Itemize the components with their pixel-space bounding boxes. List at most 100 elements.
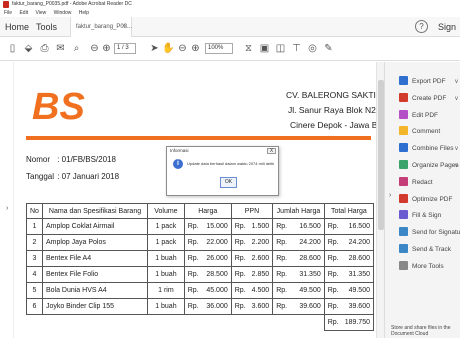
dialog-ok-button[interactable]: OK bbox=[220, 177, 237, 188]
chevron-down-icon[interactable]: v bbox=[455, 160, 458, 172]
menu-bar: File Edit View Window Help bbox=[0, 9, 460, 17]
collapse-right-pane-icon[interactable]: › bbox=[389, 192, 391, 199]
tool-organize-pages[interactable]: Organize Pages v bbox=[399, 160, 460, 172]
tool-fill-sign[interactable]: Fill & Sign bbox=[399, 210, 460, 222]
email-icon[interactable]: ✉ bbox=[54, 42, 67, 55]
more-tools-icon bbox=[399, 260, 408, 270]
col-header-no: No bbox=[26, 203, 43, 219]
send-track-icon bbox=[399, 244, 408, 253]
comment-tool-icon[interactable]: ◎ bbox=[306, 42, 319, 55]
tool-export-pdf[interactable]: Export PDF v bbox=[399, 76, 460, 88]
chevron-down-icon[interactable]: v bbox=[455, 143, 458, 155]
cell-total: 39.600 bbox=[341, 298, 374, 315]
cell-name: Bentex File A4 bbox=[41, 250, 149, 267]
cell-currency: Rp. bbox=[323, 250, 342, 267]
dialog-body: i Update data berhasil dalam waktu 2074 … bbox=[167, 156, 278, 195]
combine-files-icon bbox=[399, 143, 408, 153]
tool-label: Optimize PDF bbox=[412, 195, 453, 203]
cell-harga: 26.000 bbox=[201, 250, 232, 267]
create-icon[interactable]: ▯ bbox=[6, 42, 19, 55]
select-cursor-icon[interactable]: ➤ bbox=[148, 42, 161, 55]
tool-redact[interactable]: Redact bbox=[399, 176, 460, 189]
cell-currency: Rp. bbox=[230, 298, 249, 315]
invoice-table: No Nama dan Spesifikasi Barang Volume Ha… bbox=[26, 203, 375, 331]
tools-pane: › Export PDF v Create PDF v Edit PDF Comment C… bbox=[384, 62, 460, 338]
hand-tool-icon[interactable]: ✋ bbox=[162, 42, 175, 55]
tool-optimize-pdf[interactable]: Optimize PDF bbox=[399, 193, 460, 206]
menu-window[interactable]: Window bbox=[54, 10, 72, 16]
save-icon[interactable]: ⬙ bbox=[22, 42, 35, 55]
dialog-title: Informasi bbox=[170, 148, 189, 153]
tool-comment[interactable]: Comment bbox=[399, 126, 460, 138]
menu-help[interactable]: Help bbox=[79, 10, 89, 16]
redact-icon bbox=[399, 176, 408, 186]
tool-create-pdf[interactable]: Create PDF v bbox=[399, 92, 460, 105]
tool-label: Create PDF bbox=[412, 94, 447, 102]
tool-label: Fill & Sign bbox=[412, 212, 442, 220]
col-header-harga: Harga bbox=[183, 203, 232, 219]
zoom-level-field[interactable]: 100% bbox=[205, 43, 233, 54]
tool-send-track[interactable]: Send & Track bbox=[399, 244, 460, 256]
tab-tools[interactable]: Tools bbox=[36, 17, 57, 37]
tab-document[interactable]: faktur_barang_P03... × bbox=[70, 17, 132, 37]
page-view-icon[interactable]: ▣ bbox=[258, 42, 271, 55]
cell-currency: Rp. bbox=[272, 234, 291, 251]
cell-currency: Rp. bbox=[230, 218, 249, 235]
cell-harga: 28.500 bbox=[201, 266, 232, 283]
table-row: 5 Bola Dunia HVS A4 1 rim Rp. 45.000 Rp. 4.500… bbox=[26, 282, 374, 299]
cell-volume: 1 buah bbox=[147, 266, 185, 283]
cell-jumlah: 49.500 bbox=[290, 282, 325, 299]
cell-no: 4 bbox=[26, 266, 43, 283]
expand-left-pane-icon[interactable]: › bbox=[6, 205, 8, 212]
tab-bar: Home Tools faktur_barang_P03... × ? Sign bbox=[0, 17, 460, 37]
fill-sign-icon bbox=[399, 210, 408, 220]
col-header-jumlah: Jumlah Harga bbox=[272, 203, 325, 219]
tool-label: Comment bbox=[412, 128, 441, 136]
dialog-close-button[interactable]: X bbox=[267, 148, 276, 154]
tool-more-tools[interactable]: More Tools bbox=[399, 260, 460, 273]
zoom-in-icon[interactable]: ⊕ bbox=[189, 42, 202, 55]
chevron-down-icon[interactable]: v bbox=[455, 76, 458, 88]
cell-currency: Rp. bbox=[323, 218, 342, 235]
rotate-icon[interactable]: ◫ bbox=[274, 42, 287, 55]
vertical-scrollbar[interactable] bbox=[376, 62, 384, 338]
table-row: 1 Amplop Coklat Airmail 1 pack Rp. 15.000 Rp.… bbox=[26, 218, 374, 235]
cell-no: 5 bbox=[26, 282, 43, 299]
comment-icon bbox=[399, 126, 408, 136]
tool-combine-files[interactable]: Combine Files v bbox=[399, 143, 460, 155]
cell-name: Amplop Jaya Polos bbox=[41, 234, 149, 251]
cell-currency: Rp. bbox=[323, 266, 342, 283]
cell-volume: 1 buah bbox=[147, 250, 185, 267]
fit-page-icon[interactable]: ⧖ bbox=[242, 42, 255, 55]
cell-name: Bola Dunia HVS A4 bbox=[41, 282, 149, 299]
cell-jumlah: 24.200 bbox=[290, 234, 325, 251]
tool-send-signature[interactable]: Send for Signature bbox=[399, 227, 460, 239]
close-tab-icon[interactable]: × bbox=[122, 17, 126, 37]
tool-edit-pdf[interactable]: Edit PDF bbox=[399, 109, 460, 122]
highlight-icon[interactable]: ⊤ bbox=[290, 42, 303, 55]
col-header-total: Total Harga bbox=[323, 203, 375, 219]
pen-icon[interactable]: ✎ bbox=[322, 42, 335, 55]
tool-label: Export PDF bbox=[412, 78, 446, 85]
table-row: 4 Bentex File Folio 1 buah Rp. 28.500 Rp. 2.85… bbox=[26, 266, 374, 283]
tab-home[interactable]: Home bbox=[5, 17, 29, 37]
menu-file[interactable]: File bbox=[4, 10, 12, 16]
zoom-out-icon[interactable]: ⊖ bbox=[176, 42, 189, 55]
cell-total: 28.600 bbox=[341, 250, 374, 267]
menu-view[interactable]: View bbox=[35, 10, 46, 16]
page-number-field[interactable]: 1 / 3 bbox=[114, 43, 136, 54]
cell-volume: 1 buah bbox=[147, 298, 185, 315]
tool-label: Send for Signature bbox=[412, 229, 460, 237]
acrobat-app-icon bbox=[3, 1, 9, 8]
sign-in-link[interactable]: Sign bbox=[438, 17, 456, 37]
cell-no: 1 bbox=[26, 218, 43, 235]
menu-edit[interactable]: Edit bbox=[19, 10, 28, 16]
toolbar: ▯ ⬙ ⎙ ✉ ⌕ ⊖ ⊕ 1 / 3 ➤ ✋ ⊖ ⊕ 100% ⧖ ▣ ◫ ⊤… bbox=[0, 37, 460, 61]
print-icon[interactable]: ⎙ bbox=[38, 42, 51, 55]
cell-volume: 1 pack bbox=[147, 234, 185, 251]
cell-currency: Rp. bbox=[183, 234, 202, 251]
search-icon[interactable]: ⌕ bbox=[70, 42, 83, 55]
chevron-down-icon[interactable]: v bbox=[455, 93, 458, 105]
help-icon[interactable]: ? bbox=[415, 20, 428, 33]
next-page-icon[interactable]: ⊕ bbox=[100, 42, 113, 55]
